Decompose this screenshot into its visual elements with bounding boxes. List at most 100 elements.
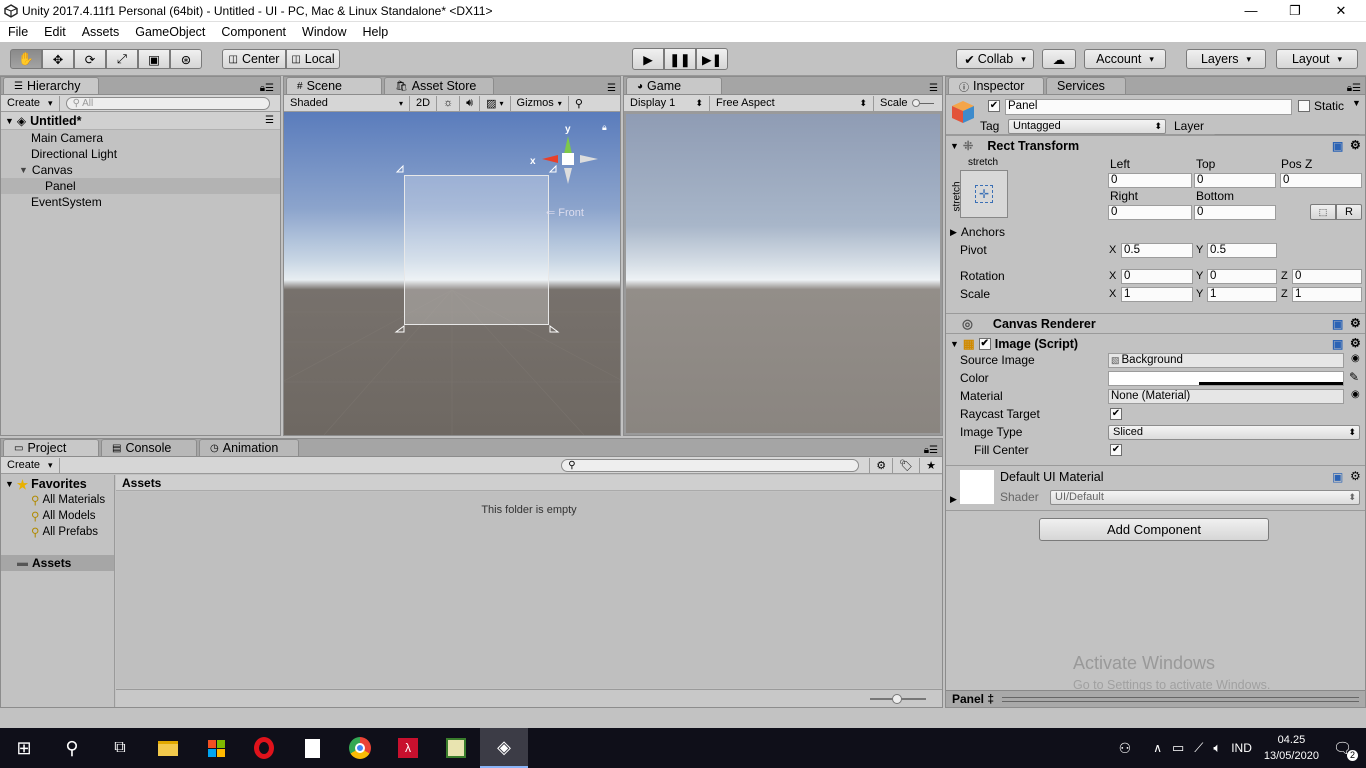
hand-tool-button[interactable]: ✋ (10, 49, 42, 69)
tab-hierarchy[interactable]: ☰ Hierarchy (3, 77, 99, 94)
image-type-dropdown[interactable]: Sliced (1108, 425, 1360, 440)
search-button[interactable]: ⚲ (48, 728, 96, 768)
tab-services[interactable]: Services (1046, 77, 1126, 94)
scale-slider-thumb[interactable] (911, 98, 920, 107)
menu-edit[interactable]: Edit (36, 22, 74, 42)
game-panel-menu-icon[interactable]: ☰ (929, 83, 942, 94)
hierarchy-item-panel[interactable]: Panel (1, 178, 280, 194)
notepad-button[interactable] (288, 728, 336, 768)
shading-dropdown[interactable]: Shaded ▾ (284, 95, 410, 111)
tab-game[interactable]: ◕ Game (626, 77, 722, 94)
scene-menu-icon[interactable]: ☰ (265, 115, 274, 126)
image-enabled-checkbox[interactable]: ✔ (978, 337, 991, 350)
static-dropdown-arrow-icon[interactable]: ▼ (1352, 98, 1361, 108)
tab-scene[interactable]: # Scene (286, 77, 382, 94)
layout-dropdown[interactable]: Layout (1276, 49, 1358, 69)
favorite-button[interactable]: ★ (920, 458, 942, 473)
project-lock-icon[interactable]: 🔒︎☰ (924, 445, 942, 456)
store-button[interactable] (192, 728, 240, 768)
tag-dropdown[interactable]: Untagged (1008, 119, 1166, 134)
hierarchy-item-canvas[interactable]: ▼ Canvas (1, 162, 280, 178)
scale-x-field[interactable]: 1 (1121, 287, 1193, 302)
audio-toggle[interactable]: 🔊︎ (460, 95, 481, 111)
color-field[interactable] (1108, 371, 1344, 386)
top-field[interactable]: 0 (1194, 173, 1276, 188)
settings-gear-icon[interactable]: ⚙ (1350, 336, 1361, 350)
help-icon[interactable]: ▣ (1332, 337, 1343, 351)
pivot-y-field[interactable]: 0.5 (1207, 243, 1277, 258)
scale-slider[interactable]: Scale (874, 96, 940, 111)
2d-toggle[interactable]: 2D (410, 95, 438, 111)
file-explorer-button[interactable] (144, 728, 192, 768)
object-picker-icon[interactable]: ◉ (1351, 353, 1360, 364)
rotate-tool-button[interactable]: ⟳ (74, 49, 106, 69)
scene-viewport[interactable]: y x 🔒︎ ⇐ Front (284, 112, 620, 435)
menu-gameobject[interactable]: GameObject (127, 22, 213, 42)
rect-tool-button[interactable]: ▣ (138, 49, 170, 69)
volume-icon[interactable]: 🔈︎ (1213, 740, 1221, 756)
settings-gear-icon[interactable]: ⚙ (1350, 138, 1361, 152)
close-button[interactable]: ✕ (1318, 0, 1364, 22)
tab-project[interactable]: ▭ Project (3, 439, 99, 456)
effects-dropdown[interactable]: ▨ ▾ (480, 95, 511, 111)
lock-icon[interactable]: 🔒︎☰ (260, 83, 280, 94)
preview-drag-handle[interactable] (1002, 696, 1359, 702)
display-dropdown[interactable]: Display 1 ⬍ (624, 95, 710, 111)
menu-component[interactable]: Component (213, 22, 294, 42)
help-icon[interactable]: ▣ (1332, 139, 1343, 153)
scale-y-field[interactable]: 1 (1207, 287, 1277, 302)
scale-tool-button[interactable]: ⤢ (106, 49, 138, 69)
tab-console[interactable]: ▤ Console (101, 439, 197, 456)
hierarchy-search-input[interactable]: ⚲ All (65, 96, 270, 110)
assets-content[interactable]: This folder is empty (116, 492, 942, 688)
scale-z-field[interactable]: 1 (1292, 287, 1362, 302)
rotation-y-field[interactable]: 0 (1207, 269, 1277, 284)
cloud-button[interactable]: ☁ (1042, 49, 1076, 69)
task-view-button[interactable]: ⧉ (96, 728, 144, 768)
expand-arrow-icon[interactable]: ▶ (950, 494, 957, 505)
hierarchy-create-button[interactable]: Create (1, 95, 60, 111)
source-image-field[interactable]: ▧ Background (1108, 353, 1344, 368)
pause-button[interactable]: ❚❚ (664, 48, 696, 70)
image-header[interactable]: ▼ ▦ ✔ Image (Script) ▣ ⚙ (946, 333, 1365, 353)
gizmo-lock-icon[interactable]: 🔒︎ (602, 122, 607, 133)
chrome-button[interactable] (336, 728, 384, 768)
step-button[interactable]: ▶❚ (696, 48, 728, 70)
rotation-x-field[interactable]: 0 (1121, 269, 1193, 284)
add-component-button[interactable]: Add Component (1039, 518, 1269, 541)
account-dropdown[interactable]: Account (1084, 49, 1166, 69)
chart-app-button[interactable] (432, 728, 480, 768)
fav-all-prefabs[interactable]: ⚲ All Prefabs (1, 524, 114, 540)
settings-gear-icon[interactable]: ⚙ (1350, 469, 1361, 483)
anchors-foldout[interactable]: ▶ Anchors (950, 225, 1005, 239)
people-icon[interactable]: ⚇ (1119, 740, 1132, 757)
show-hidden-icons-icon[interactable]: ∧ (1153, 741, 1162, 755)
assets-folder[interactable]: ▬ Assets (1, 555, 114, 571)
anchor-presets-button[interactable]: ✛ (960, 170, 1008, 218)
lighting-toggle[interactable]: ☼ (437, 95, 461, 111)
pivot-x-field[interactable]: 0.5 (1121, 243, 1193, 258)
raycast-target-checkbox[interactable]: ✔ (1110, 408, 1122, 420)
network-icon[interactable]: ⟋ (1194, 740, 1203, 756)
help-icon[interactable]: ▣ (1332, 317, 1343, 331)
language-indicator[interactable]: IND (1231, 741, 1252, 755)
center-toggle[interactable]: ◫ Center (222, 49, 286, 69)
game-viewport[interactable] (624, 112, 942, 435)
filter-label-button[interactable]: 🏷︎ (893, 457, 921, 473)
filter-type-button[interactable]: ⚙ (869, 457, 894, 473)
canvas-renderer-header[interactable]: ◎ Canvas Renderer ▣ ⚙ (946, 313, 1365, 333)
icon-size-slider-thumb[interactable] (892, 694, 902, 704)
posz-field[interactable]: 0 (1280, 173, 1362, 188)
local-toggle[interactable]: ◫ Local (286, 49, 340, 69)
transform-tool-button[interactable]: ⊛ (170, 49, 202, 69)
object-picker-icon[interactable]: ◉ (1351, 389, 1360, 400)
scene-header[interactable]: ▼ ◈ Untitled* ☰ (1, 112, 280, 130)
scale-slider-track[interactable] (911, 98, 934, 107)
bottom-field[interactable]: 0 (1194, 205, 1276, 220)
static-checkbox[interactable] (1298, 100, 1310, 112)
move-tool-button[interactable]: ✥ (42, 49, 74, 69)
action-center-button[interactable]: 🗨︎ 2 (1333, 739, 1358, 761)
layers-dropdown[interactable]: Layers (1186, 49, 1266, 69)
raw-edit-button[interactable]: R (1336, 204, 1362, 220)
eyedropper-icon[interactable]: ✎ (1349, 370, 1359, 384)
